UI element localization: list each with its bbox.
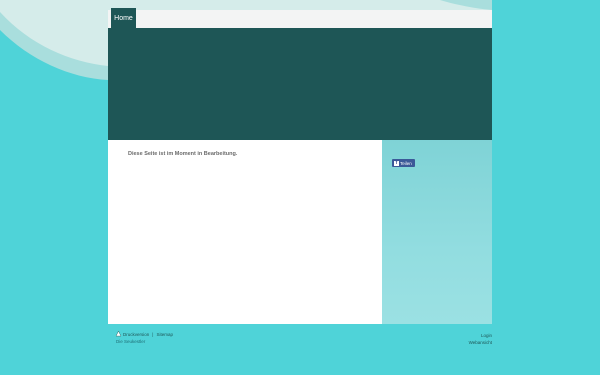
sidebar: f Teilen <box>382 140 492 324</box>
facebook-icon: f <box>394 159 399 166</box>
page-frame: Home Diese Seite ist im Moment in Bearbe… <box>108 8 492 324</box>
nav-tab-home[interactable]: Home <box>111 8 136 28</box>
content-message: Diese Seite ist im Moment in Bearbeitung… <box>128 151 238 157</box>
header-banner <box>108 28 492 140</box>
footer-subtext[interactable]: Die Seukestler <box>116 339 173 344</box>
web-view-link[interactable]: Webansicht <box>469 339 492 346</box>
footer-left: Druckversion | Sitemap Die Seukestler <box>116 331 173 344</box>
nav-tab-label: Home <box>114 14 133 22</box>
footer-separator: | <box>152 331 154 337</box>
print-link[interactable]: Druckversion <box>123 332 149 337</box>
footer-right: Login Webansicht <box>469 332 492 346</box>
share-button-label: Teilen <box>400 160 412 166</box>
login-link[interactable]: Login <box>469 332 492 339</box>
facebook-share-button[interactable]: f Teilen <box>392 159 415 167</box>
top-navigation: Home <box>108 8 492 28</box>
main-content: Diese Seite ist im Moment in Bearbeitung… <box>108 140 382 324</box>
sitemap-link[interactable]: Sitemap <box>156 332 173 337</box>
print-icon <box>116 331 121 337</box>
